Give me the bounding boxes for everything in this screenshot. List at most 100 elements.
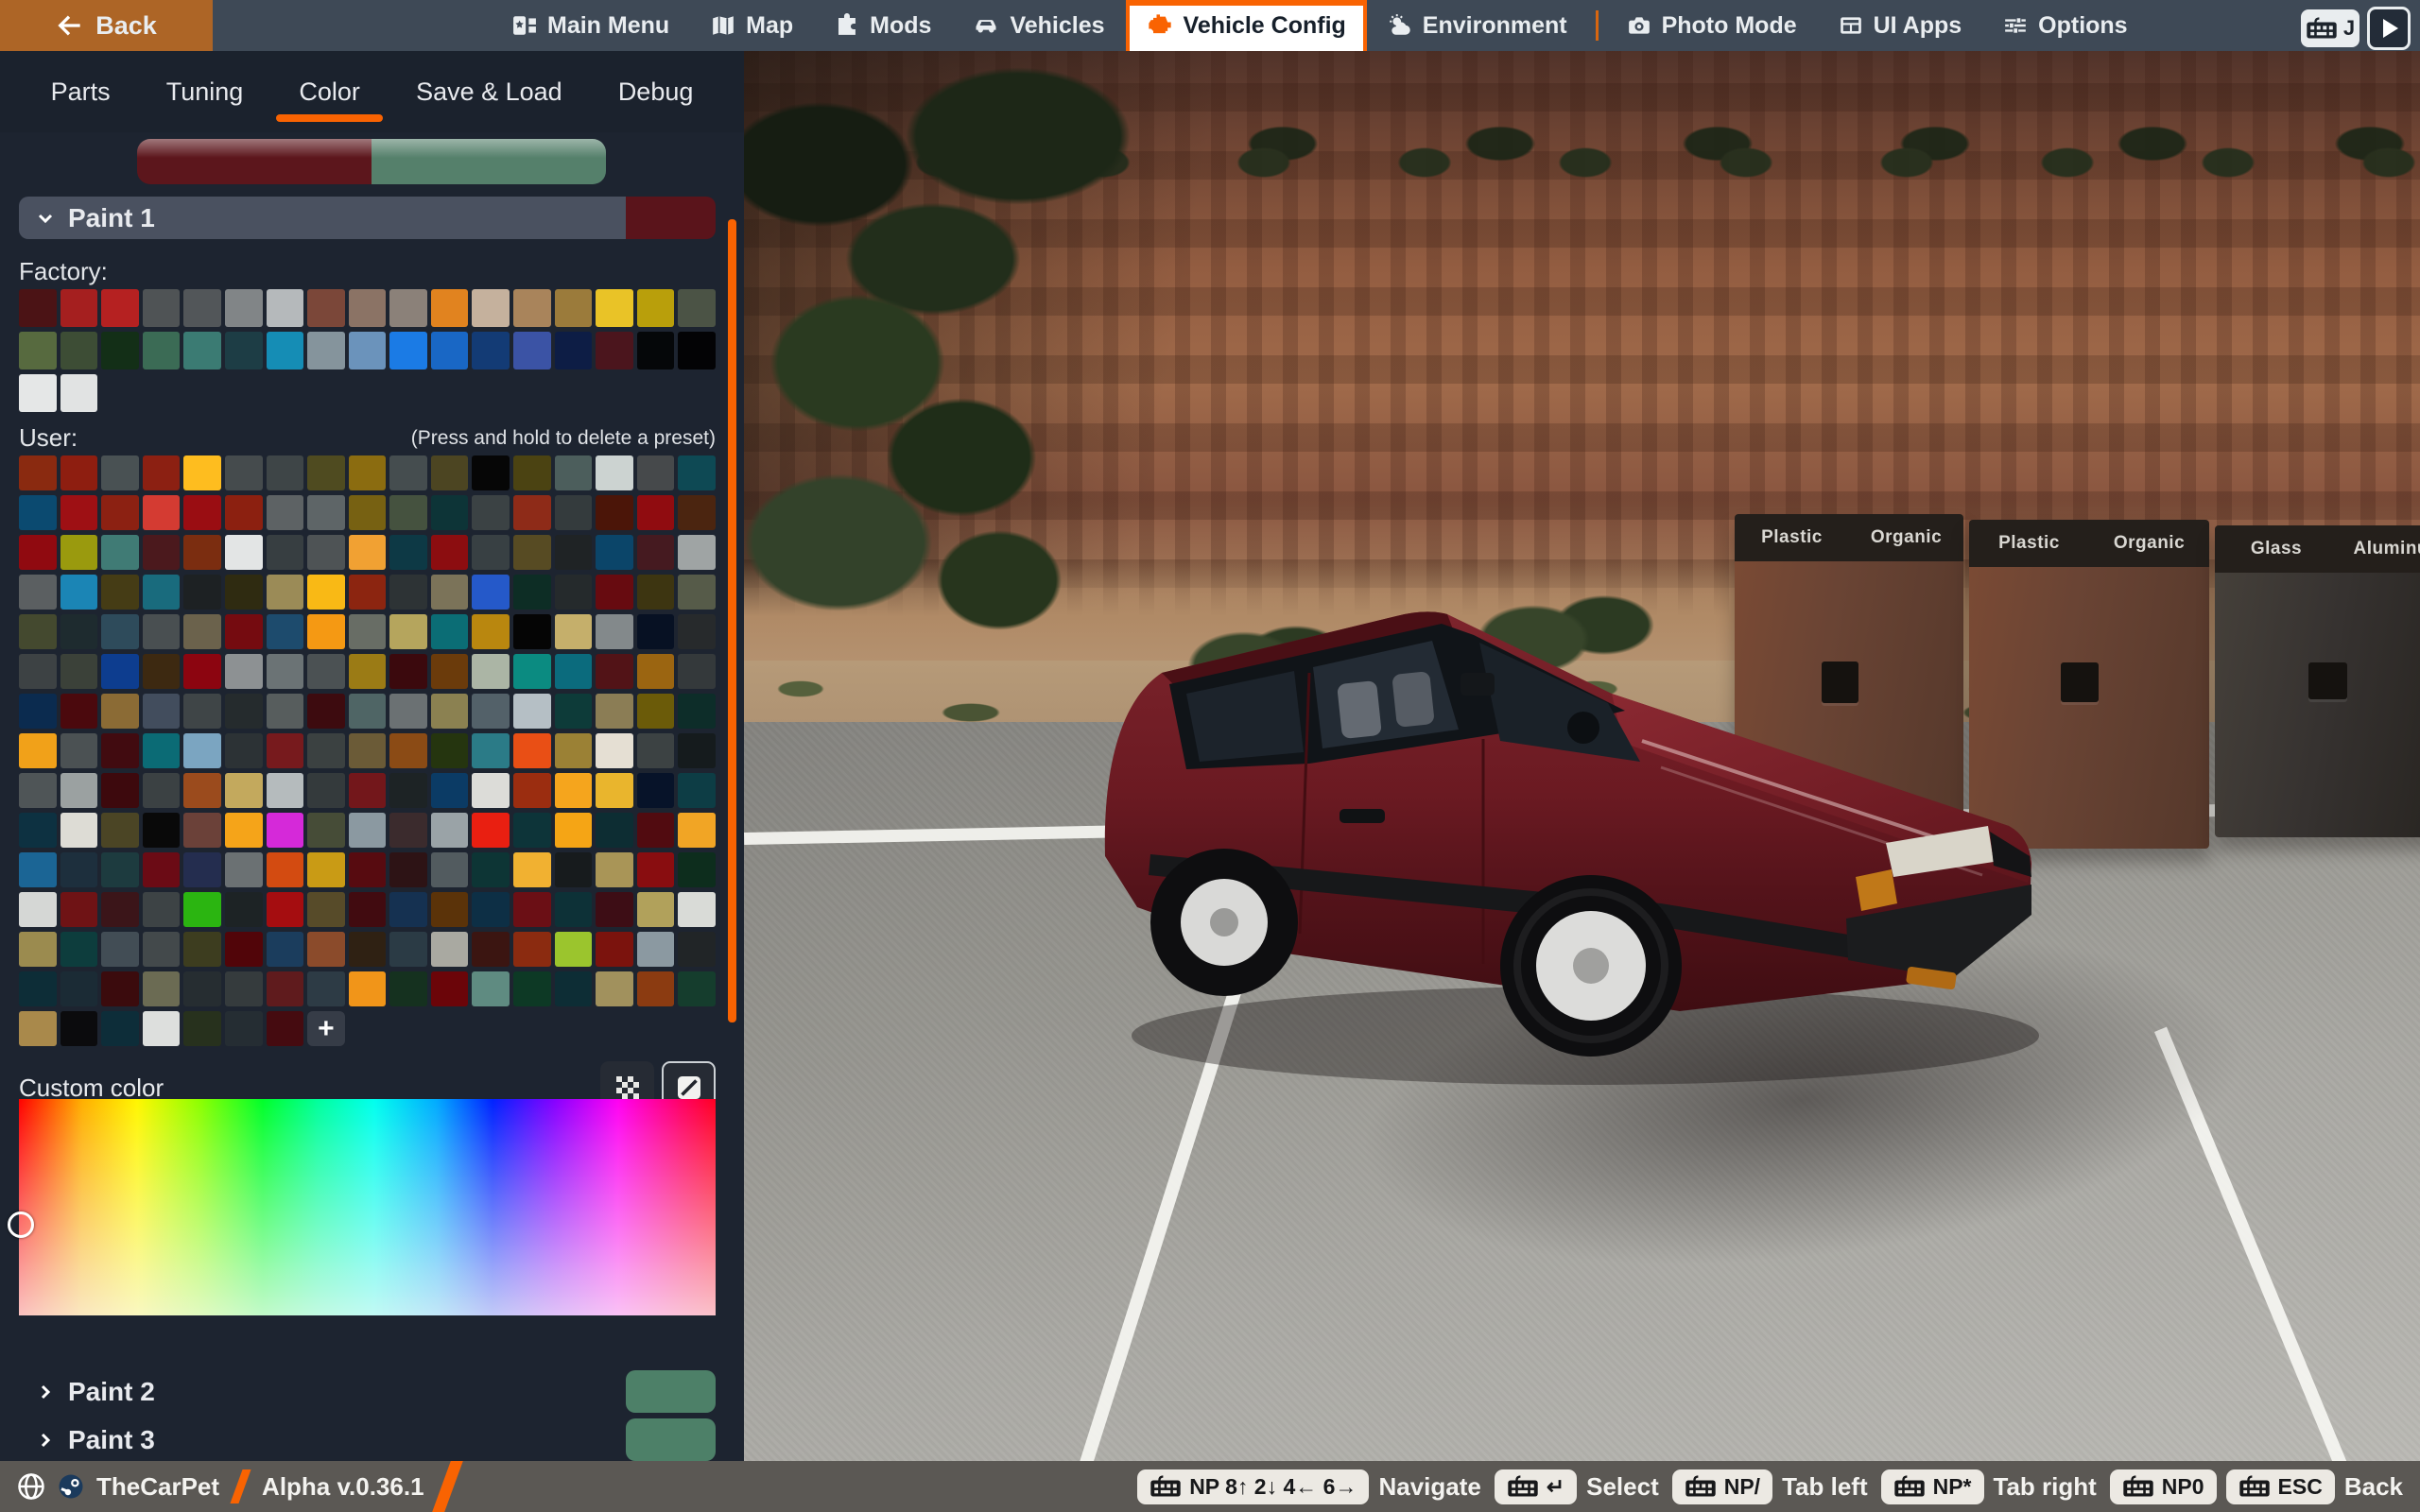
user-swatch[interactable] bbox=[307, 614, 345, 649]
factory-swatch[interactable] bbox=[19, 289, 57, 327]
user-swatch[interactable] bbox=[472, 813, 510, 848]
user-swatch[interactable] bbox=[19, 852, 57, 887]
user-swatch[interactable] bbox=[596, 932, 633, 967]
user-swatch[interactable] bbox=[555, 654, 593, 689]
menu-item-options[interactable]: Options bbox=[1982, 0, 2148, 51]
user-swatch[interactable] bbox=[60, 813, 98, 848]
user-swatch[interactable] bbox=[637, 932, 675, 967]
user-swatch[interactable] bbox=[472, 733, 510, 768]
factory-swatch[interactable] bbox=[183, 289, 221, 327]
user-swatch[interactable] bbox=[678, 892, 716, 927]
user-swatch[interactable] bbox=[513, 733, 551, 768]
user-swatch[interactable] bbox=[307, 971, 345, 1006]
user-swatch[interactable] bbox=[513, 694, 551, 729]
user-swatch[interactable] bbox=[555, 852, 593, 887]
user-swatch[interactable] bbox=[183, 733, 221, 768]
user-swatch[interactable] bbox=[349, 773, 387, 808]
factory-swatch[interactable] bbox=[349, 289, 387, 327]
user-swatch[interactable] bbox=[143, 614, 181, 649]
user-swatch[interactable] bbox=[143, 455, 181, 490]
user-swatch[interactable] bbox=[101, 852, 139, 887]
user-swatch[interactable] bbox=[555, 773, 593, 808]
factory-swatch[interactable] bbox=[19, 374, 57, 412]
user-swatch[interactable] bbox=[513, 495, 551, 530]
user-swatch[interactable] bbox=[431, 733, 469, 768]
user-swatch[interactable] bbox=[225, 614, 263, 649]
user-swatch[interactable] bbox=[472, 614, 510, 649]
factory-swatch[interactable] bbox=[431, 289, 469, 327]
paint2-swatch[interactable] bbox=[626, 1370, 716, 1413]
menu-item-photo-mode[interactable]: Photo Mode bbox=[1606, 0, 1818, 51]
user-swatch[interactable] bbox=[183, 971, 221, 1006]
user-swatch[interactable] bbox=[101, 932, 139, 967]
factory-swatch[interactable] bbox=[19, 332, 57, 369]
user-swatch[interactable] bbox=[307, 932, 345, 967]
factory-swatch[interactable] bbox=[637, 332, 675, 369]
user-swatch[interactable] bbox=[225, 813, 263, 848]
user-swatch[interactable] bbox=[183, 575, 221, 610]
menu-item-vehicle-config[interactable]: Vehicle Config bbox=[1126, 0, 1367, 51]
user-swatch[interactable] bbox=[637, 813, 675, 848]
user-swatch[interactable] bbox=[349, 535, 387, 570]
user-swatch[interactable] bbox=[389, 892, 427, 927]
user-swatch[interactable] bbox=[143, 733, 181, 768]
user-swatch[interactable] bbox=[225, 892, 263, 927]
user-swatch[interactable] bbox=[472, 495, 510, 530]
factory-swatch[interactable] bbox=[678, 332, 716, 369]
factory-swatch[interactable] bbox=[472, 289, 510, 327]
user-swatch[interactable] bbox=[555, 932, 593, 967]
user-swatch[interactable] bbox=[349, 852, 387, 887]
user-swatch[interactable] bbox=[596, 694, 633, 729]
user-swatch[interactable] bbox=[267, 694, 304, 729]
user-swatch[interactable] bbox=[472, 932, 510, 967]
user-swatch[interactable] bbox=[596, 852, 633, 887]
user-swatch[interactable] bbox=[143, 892, 181, 927]
tab-tuning[interactable]: Tuning bbox=[161, 68, 250, 116]
user-swatch[interactable] bbox=[472, 773, 510, 808]
user-swatch[interactable] bbox=[267, 535, 304, 570]
user-swatch[interactable] bbox=[143, 694, 181, 729]
user-swatch[interactable] bbox=[19, 971, 57, 1006]
user-swatch[interactable] bbox=[637, 455, 675, 490]
color-picker-marker[interactable] bbox=[8, 1211, 34, 1238]
user-swatch[interactable] bbox=[267, 971, 304, 1006]
factory-swatch[interactable] bbox=[637, 289, 675, 327]
add-preset-button[interactable]: + bbox=[307, 1011, 345, 1046]
factory-swatch[interactable] bbox=[307, 332, 345, 369]
user-swatch[interactable] bbox=[431, 971, 469, 1006]
user-swatch[interactable] bbox=[513, 813, 551, 848]
user-swatch[interactable] bbox=[267, 614, 304, 649]
user-swatch[interactable] bbox=[183, 455, 221, 490]
panel-scrollbar[interactable] bbox=[728, 219, 736, 1022]
user-swatch[interactable] bbox=[389, 971, 427, 1006]
user-swatch[interactable] bbox=[183, 932, 221, 967]
user-swatch[interactable] bbox=[389, 535, 427, 570]
user-swatch[interactable] bbox=[143, 932, 181, 967]
user-swatch[interactable] bbox=[183, 654, 221, 689]
user-swatch[interactable] bbox=[267, 813, 304, 848]
paint1-swatch[interactable] bbox=[626, 197, 716, 239]
hsv-color-picker[interactable] bbox=[19, 1099, 716, 1315]
user-swatch[interactable] bbox=[637, 892, 675, 927]
user-swatch[interactable] bbox=[101, 733, 139, 768]
menu-item-mods[interactable]: Mods bbox=[814, 0, 952, 51]
user-swatch[interactable] bbox=[183, 892, 221, 927]
user-swatch[interactable] bbox=[183, 773, 221, 808]
user-swatch[interactable] bbox=[431, 654, 469, 689]
user-swatch[interactable] bbox=[472, 852, 510, 887]
factory-swatch[interactable] bbox=[513, 332, 551, 369]
user-swatch[interactable] bbox=[225, 654, 263, 689]
user-swatch[interactable] bbox=[513, 971, 551, 1006]
user-swatch[interactable] bbox=[678, 654, 716, 689]
user-swatch[interactable] bbox=[307, 892, 345, 927]
menu-item-map[interactable]: Map bbox=[690, 0, 814, 51]
user-swatch[interactable] bbox=[678, 852, 716, 887]
user-swatch[interactable] bbox=[143, 1011, 181, 1046]
user-swatch[interactable] bbox=[19, 535, 57, 570]
user-swatch[interactable] bbox=[431, 694, 469, 729]
user-swatch[interactable] bbox=[267, 495, 304, 530]
user-swatch[interactable] bbox=[678, 971, 716, 1006]
user-swatch[interactable] bbox=[19, 455, 57, 490]
user-swatch[interactable] bbox=[637, 971, 675, 1006]
user-swatch[interactable] bbox=[349, 654, 387, 689]
